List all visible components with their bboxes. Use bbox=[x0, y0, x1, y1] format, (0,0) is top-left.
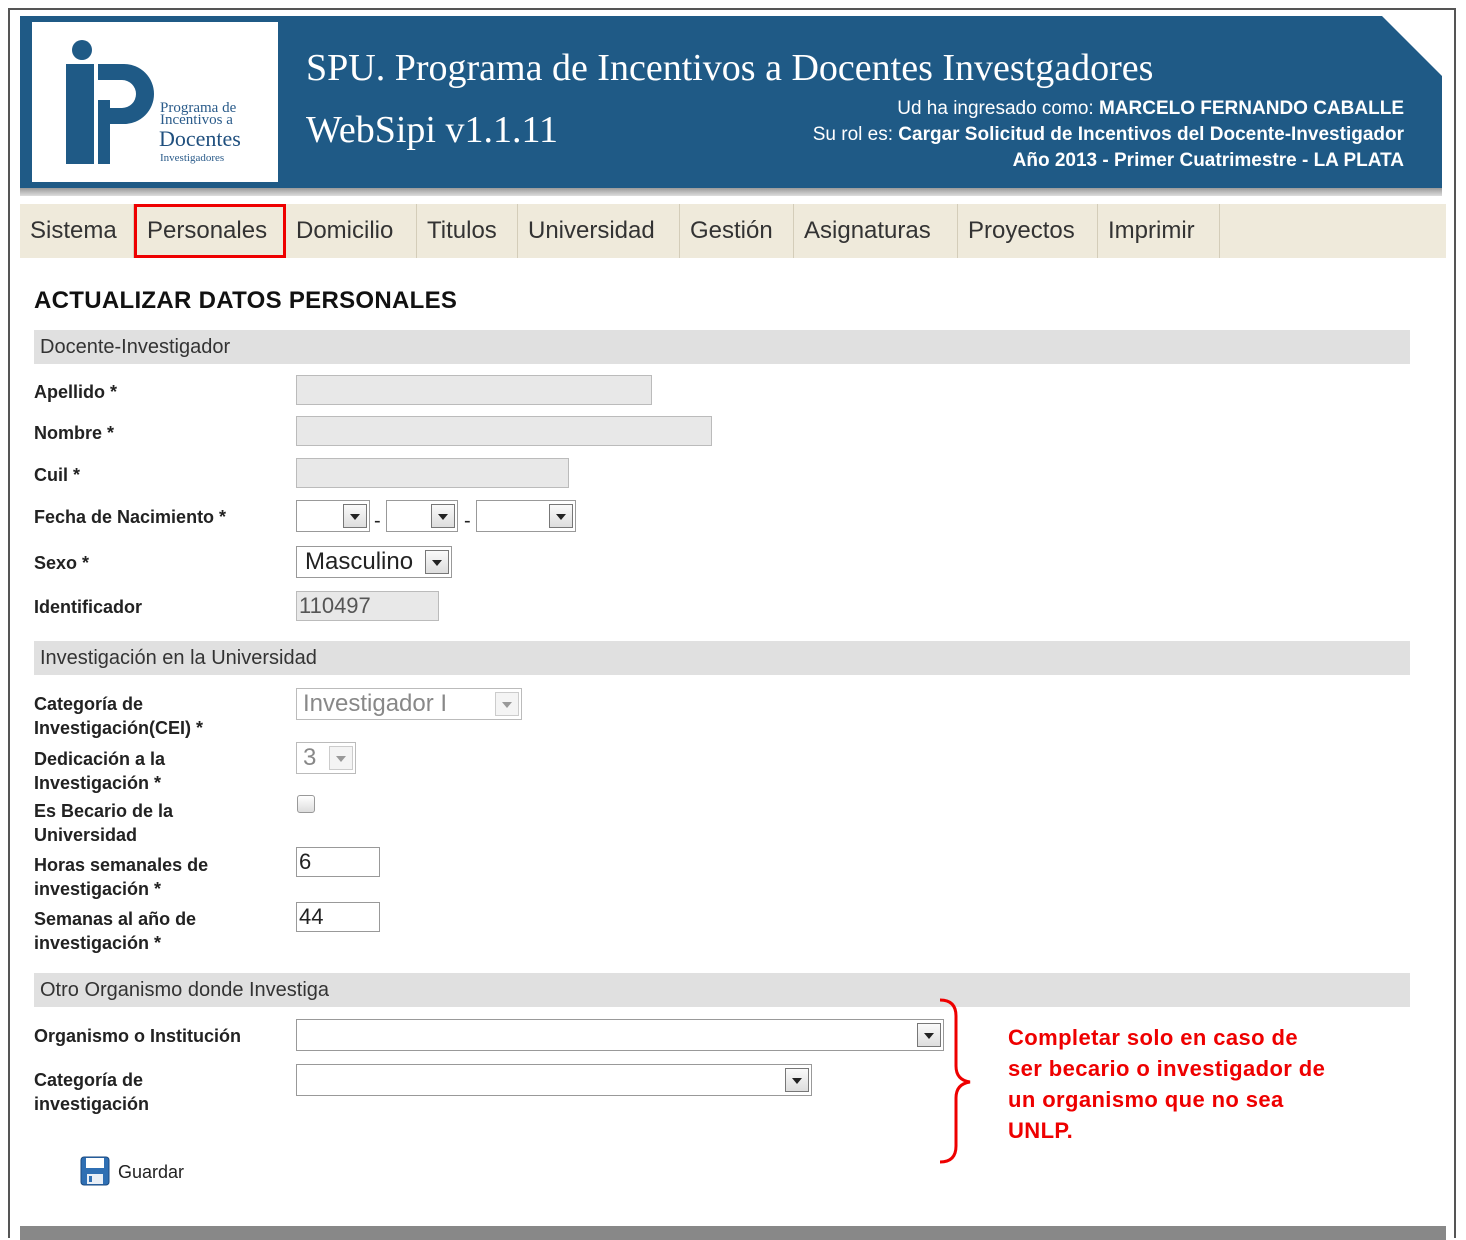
horas-input[interactable]: 6 bbox=[296, 847, 380, 877]
categoria-cei-label-line2: Investigación(CEI) * bbox=[34, 718, 204, 738]
identificador-label: Identificador bbox=[34, 597, 143, 617]
dedicacion-label: Dedicación a la Investigación * bbox=[34, 747, 165, 795]
menu-item-sistema[interactable]: Sistema bbox=[20, 204, 134, 258]
categoria-cei-label: Categoría de Investigación(CEI) * bbox=[34, 692, 203, 740]
user-prefix: Ud ha ingresado como: bbox=[897, 98, 1094, 119]
user-line: Ud ha ingresado como: MARCELO FERNANDO C… bbox=[813, 96, 1404, 122]
cuil-input[interactable] bbox=[296, 458, 569, 488]
app-header: Programa de Incentivos a Docentes Invest… bbox=[20, 16, 1442, 188]
dedicacion-label-line2: Investigación * bbox=[34, 773, 162, 793]
chevron-down-icon[interactable] bbox=[785, 1068, 809, 1092]
becario-checkbox[interactable] bbox=[297, 795, 315, 813]
categoria-otro-select[interactable] bbox=[296, 1064, 812, 1096]
menu-item-titulos[interactable]: Titulos bbox=[417, 204, 518, 258]
organismo-label: Organismo o Institución bbox=[34, 1026, 242, 1046]
sexo-select[interactable]: Masculino bbox=[296, 546, 452, 578]
fecha-anio-select[interactable] bbox=[476, 500, 576, 532]
footer-bar bbox=[20, 1226, 1446, 1240]
dedicacion-select: 3 bbox=[296, 742, 356, 774]
section-investigacion-universidad: Investigación en la Universidad bbox=[34, 641, 1410, 675]
logo-text-line3: Docentes bbox=[159, 126, 241, 151]
organismo-select[interactable] bbox=[296, 1019, 944, 1051]
becario-label-line1: Es Becario de la bbox=[34, 801, 174, 821]
chevron-down-icon[interactable] bbox=[549, 504, 573, 528]
header-corner bbox=[1382, 16, 1442, 76]
fecha-separator: - bbox=[464, 510, 471, 532]
apellido-label: Apellido * bbox=[34, 382, 118, 402]
main-menu: Sistema Personales Domicilio Titulos Uni… bbox=[20, 204, 1446, 258]
fecha-separator: - bbox=[374, 510, 381, 532]
logo-text-line4: Investigadores bbox=[160, 152, 225, 164]
fecha-nacimiento-label: Fecha de Nacimiento * bbox=[34, 507, 227, 527]
becario-label: Es Becario de la Universidad bbox=[34, 799, 173, 847]
sexo-label: Sexo * bbox=[34, 553, 90, 573]
becario-label-line2: Universidad bbox=[34, 825, 138, 845]
role-prefix: Su rol es: bbox=[812, 124, 893, 145]
menu-item-imprimir[interactable]: Imprimir bbox=[1098, 204, 1220, 258]
chevron-down-icon[interactable] bbox=[343, 504, 367, 528]
save-button[interactable]: Guardar bbox=[80, 1156, 184, 1191]
user-info: Ud ha ingresado como: MARCELO FERNANDO C… bbox=[813, 96, 1404, 174]
menu-item-universidad[interactable]: Universidad bbox=[518, 204, 680, 258]
chevron-down-icon bbox=[495, 692, 519, 716]
nombre-input[interactable] bbox=[296, 416, 712, 446]
categoria-otro-label-line2: investigación bbox=[34, 1094, 150, 1114]
user-name: MARCELO FERNANDO CABALLE bbox=[1098, 98, 1404, 119]
curly-brace-icon bbox=[939, 998, 971, 1164]
identificador-input: 110497 bbox=[296, 591, 439, 621]
logo: Programa de Incentivos a Docentes Invest… bbox=[32, 22, 278, 182]
period: Año 2013 - Primer Cuatrimestre - LA PLAT… bbox=[1012, 150, 1404, 171]
menu-item-personales[interactable]: Personales bbox=[134, 204, 286, 258]
chevron-down-icon[interactable] bbox=[425, 550, 449, 574]
period-line: Año 2013 - Primer Cuatrimestre - LA PLAT… bbox=[813, 148, 1404, 174]
sexo-value: Masculino bbox=[305, 548, 414, 575]
fecha-mes-select[interactable] bbox=[386, 500, 458, 532]
horas-label-line2: investigación * bbox=[34, 879, 162, 899]
role-name: Cargar Solicitud de Incentivos del Docen… bbox=[898, 124, 1404, 145]
horas-label-line1: Horas semanales de bbox=[34, 855, 209, 875]
annotation-note: Completar solo en caso de ser becario o … bbox=[1008, 1025, 1326, 1143]
dedicacion-value: 3 bbox=[303, 744, 317, 771]
chevron-down-icon[interactable] bbox=[431, 504, 455, 528]
apellido-input[interactable] bbox=[296, 375, 652, 405]
header-shadow bbox=[20, 188, 1442, 196]
semanas-label: Semanas al año de investigación * bbox=[34, 907, 196, 955]
categoria-cei-select: Investigador I bbox=[296, 688, 522, 720]
semanas-label-line1: Semanas al año de bbox=[34, 909, 197, 929]
app-frame: Programa de Incentivos a Docentes Invest… bbox=[8, 8, 1456, 1240]
nombre-label: Nombre * bbox=[34, 423, 115, 443]
categoria-cei-label-line1: Categoría de bbox=[34, 694, 144, 714]
semanas-label-line2: investigación * bbox=[34, 933, 162, 953]
floppy-disk-icon bbox=[80, 1156, 110, 1186]
categoria-cei-value: Investigador I bbox=[303, 690, 448, 717]
app-title: SPU. Programa de Incentivos a Docentes I… bbox=[306, 47, 1154, 89]
categoria-otro-label-line1: Categoría de bbox=[34, 1070, 144, 1090]
logo-ip-icon bbox=[66, 40, 154, 164]
horas-label: Horas semanales de investigación * bbox=[34, 853, 208, 901]
page-title: ACTUALIZAR DATOS PERSONALES bbox=[34, 287, 458, 314]
menu-item-domicilio[interactable]: Domicilio bbox=[286, 204, 417, 258]
save-label: Guardar bbox=[118, 1162, 185, 1182]
chevron-down-icon bbox=[329, 746, 353, 770]
menu-item-gestion[interactable]: Gestión bbox=[680, 204, 794, 258]
cuil-label: Cuil * bbox=[34, 465, 81, 485]
fecha-dia-select[interactable] bbox=[296, 500, 370, 532]
menu-item-proyectos[interactable]: Proyectos bbox=[958, 204, 1098, 258]
role-line: Su rol es: Cargar Solicitud de Incentivo… bbox=[813, 122, 1404, 148]
logo-text-line2: Incentivos a bbox=[160, 112, 233, 128]
app-version: WebSipi v1.1.11 bbox=[306, 109, 559, 151]
section-otro-organismo: Otro Organismo donde Investiga bbox=[34, 973, 1410, 1007]
dedicacion-label-line1: Dedicación a la bbox=[34, 749, 166, 769]
menu-item-asignaturas[interactable]: Asignaturas bbox=[794, 204, 958, 258]
semanas-input[interactable]: 44 bbox=[296, 902, 380, 932]
section-docente-investigador: Docente-Investigador bbox=[34, 330, 1410, 364]
categoria-otro-label: Categoría de investigación bbox=[34, 1068, 149, 1116]
